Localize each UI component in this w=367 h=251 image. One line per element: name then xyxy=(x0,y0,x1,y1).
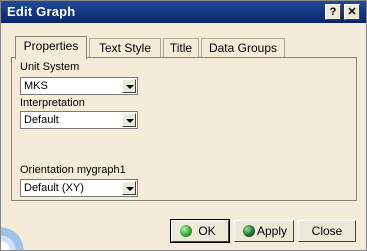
interpretation-value: Default xyxy=(24,114,59,126)
close-window-button[interactable]: ✕ xyxy=(344,4,360,20)
decorative-glow xyxy=(1,222,33,250)
tab-properties[interactable]: Properties xyxy=(15,36,87,59)
tab-text-style[interactable]: Text Style xyxy=(89,38,161,58)
close-label: Close xyxy=(311,224,343,238)
tab-title[interactable]: Title xyxy=(163,38,199,58)
ok-button[interactable]: OK xyxy=(170,219,230,243)
apply-label: Apply xyxy=(256,224,288,238)
help-button[interactable]: ? xyxy=(325,4,341,20)
unit-system-label: Unit System xyxy=(20,61,80,73)
window-title: Edit Graph xyxy=(7,4,76,19)
orientation-label: Orientation mygraph1 xyxy=(20,164,126,176)
chevron-down-icon[interactable] xyxy=(122,113,136,127)
title-bar: Edit Graph ? ✕ xyxy=(1,1,366,23)
interpretation-label: Interpretation xyxy=(20,97,85,109)
unit-system-value: MKS xyxy=(24,80,48,92)
chevron-down-icon[interactable] xyxy=(122,181,136,195)
close-button[interactable]: Close xyxy=(298,220,356,242)
chevron-down-icon[interactable] xyxy=(122,79,136,93)
apply-button[interactable]: Apply xyxy=(234,220,294,242)
interpretation-select[interactable]: Default xyxy=(20,111,138,129)
tab-data-groups[interactable]: Data Groups xyxy=(201,38,285,58)
unit-system-select[interactable]: MKS xyxy=(20,77,138,95)
orientation-select[interactable]: Default (XY) xyxy=(20,179,138,197)
orientation-value: Default (XY) xyxy=(24,182,84,194)
ok-label: OK xyxy=(198,224,216,238)
edit-graph-dialog: Edit Graph ? ✕ Properties Text Style Tit… xyxy=(0,0,367,251)
